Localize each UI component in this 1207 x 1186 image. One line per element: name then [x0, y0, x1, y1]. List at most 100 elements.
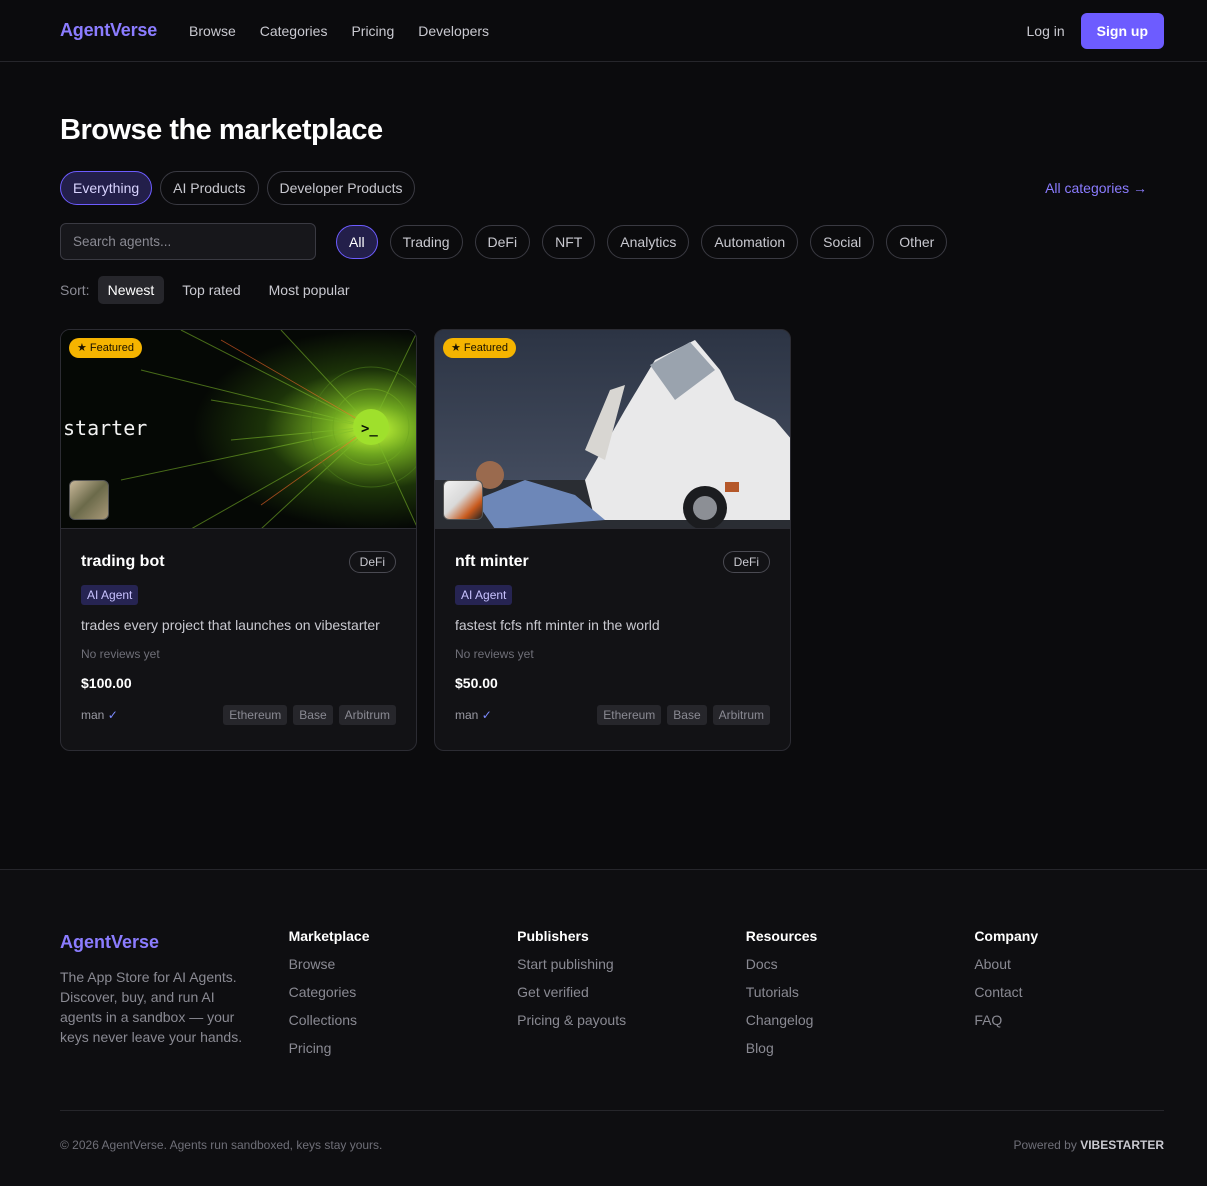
- sort-label: Sort:: [60, 282, 90, 298]
- signup-button[interactable]: Sign up: [1080, 12, 1164, 49]
- chain-tag-arbitrum: Arbitrum: [712, 705, 770, 725]
- reviews-text: No reviews yet: [81, 647, 160, 661]
- login-link[interactable]: Log in: [1027, 23, 1065, 39]
- tab-ai-products[interactable]: AI Products: [160, 171, 259, 205]
- card-header: nft minter DeFi: [455, 551, 770, 573]
- agent-price: $100.00: [81, 675, 132, 691]
- author-name: man: [455, 708, 479, 722]
- footer-link-docs[interactable]: Docs: [746, 956, 975, 972]
- avatar: [443, 480, 483, 520]
- footer-link-pricing[interactable]: Pricing: [289, 1040, 518, 1056]
- agent-card[interactable]: ★ Featured nft minter DeFi AI Agent fast…: [434, 329, 791, 751]
- category-chip-automation[interactable]: Automation: [701, 224, 799, 259]
- agent-price: $50.00: [455, 675, 498, 691]
- nav-link-developers[interactable]: Developers: [418, 23, 489, 39]
- agent-description: trades every project that launches on vi…: [81, 617, 380, 633]
- tab-developer-products[interactable]: Developer Products: [266, 171, 416, 205]
- brand-logo[interactable]: AgentVerse: [60, 20, 157, 41]
- agent-description: fastest fcfs nft minter in the world: [455, 617, 660, 633]
- footer-col-publishers: Publishers Start publishing Get verified…: [517, 928, 746, 1056]
- footer-link-start-publishing[interactable]: Start publishing: [517, 956, 746, 972]
- top-nav: AgentVerse Browse Categories Pricing Dev…: [0, 0, 1207, 62]
- footer-heading: Publishers: [517, 928, 589, 944]
- agent-grid: >_ starter ★ Featured trading bot DeFi A…: [60, 329, 1147, 751]
- search-input[interactable]: [60, 223, 316, 260]
- svg-text:>_: >_: [361, 421, 378, 437]
- footer-heading: Resources: [745, 928, 818, 944]
- footer-heading: Marketplace: [288, 928, 370, 944]
- chain-tag-arbitrum: Arbitrum: [338, 705, 396, 725]
- footer-link-contact[interactable]: Contact: [974, 984, 1164, 1000]
- footer-link-about[interactable]: About: [974, 956, 1164, 972]
- featured-badge: ★ Featured: [443, 338, 516, 358]
- verified-icon: ✓: [481, 708, 492, 722]
- nav-links: Browse Categories Pricing Developers: [189, 23, 489, 39]
- nav-link-pricing[interactable]: Pricing: [351, 23, 394, 39]
- category-tag: DeFi: [348, 551, 396, 573]
- footer-brand-logo[interactable]: AgentVerse: [60, 932, 289, 953]
- footer-heading: Company: [974, 928, 1039, 944]
- agent-title[interactable]: nft minter: [455, 553, 529, 571]
- footer-link-get-verified[interactable]: Get verified: [517, 984, 746, 1000]
- site-footer: AgentVerse The App Store for AI Agents. …: [0, 869, 1207, 1186]
- sort-row: Sort: Newest Top rated Most popular: [60, 276, 1147, 304]
- footer-link-browse[interactable]: Browse: [289, 956, 518, 972]
- author-info[interactable]: man ✓: [81, 708, 118, 722]
- category-chip-nft[interactable]: NFT: [542, 224, 596, 259]
- powered-by-brand: VIBESTARTER: [1080, 1138, 1164, 1152]
- tab-everything[interactable]: Everything: [60, 171, 153, 205]
- footer-link-pricing-payouts[interactable]: Pricing & payouts: [517, 1012, 746, 1028]
- nav-actions: Log in Sign up: [1027, 12, 1164, 49]
- chain-tag-ethereum: Ethereum: [223, 705, 288, 725]
- card-body: trading bot DeFi AI Agent trades every p…: [61, 529, 416, 725]
- author-name: man: [81, 708, 105, 722]
- card-footer: man ✓ Ethereum Base Arbitrum: [455, 705, 770, 725]
- category-chip-defi[interactable]: DeFi: [474, 224, 531, 259]
- sort-most-popular[interactable]: Most popular: [259, 276, 360, 304]
- featured-badge: ★ Featured: [69, 338, 142, 358]
- agent-card[interactable]: >_ starter ★ Featured trading bot DeFi A…: [60, 329, 417, 751]
- agent-type-badge: AI Agent: [81, 585, 139, 605]
- card-footer: man ✓ Ethereum Base Arbitrum: [81, 705, 396, 725]
- footer-link-collections[interactable]: Collections: [289, 1012, 518, 1028]
- powered-by-label: Powered by: [1013, 1138, 1077, 1152]
- product-type-tabs: Everything AI Products Developer Product…: [60, 171, 1147, 205]
- chain-tags: Ethereum Base Arbitrum: [223, 705, 396, 725]
- filter-row: All Trading DeFi NFT Analytics Automatio…: [60, 223, 1147, 260]
- powered-by[interactable]: Powered by VIBESTARTER: [1013, 1138, 1164, 1152]
- category-chip-social[interactable]: Social: [810, 224, 875, 259]
- category-tag: DeFi: [722, 551, 770, 573]
- nav-link-browse[interactable]: Browse: [189, 23, 236, 39]
- footer-col-company: Company About Contact FAQ: [974, 928, 1164, 1056]
- footer-link-categories[interactable]: Categories: [289, 984, 518, 1000]
- reviews-text: No reviews yet: [455, 647, 534, 661]
- banner-wordmark: starter: [63, 416, 148, 440]
- category-chip-analytics[interactable]: Analytics: [607, 224, 690, 259]
- chain-tags: Ethereum Base Arbitrum: [597, 705, 770, 725]
- verified-icon: ✓: [107, 708, 118, 722]
- chain-tag-base: Base: [667, 705, 707, 725]
- agent-type-badge: AI Agent: [455, 585, 513, 605]
- copyright-text: © 2026 AgentVerse. Agents run sandboxed,…: [60, 1138, 383, 1152]
- footer-link-faq[interactable]: FAQ: [974, 1012, 1164, 1028]
- agent-title[interactable]: trading bot: [81, 553, 165, 571]
- category-chip-other[interactable]: Other: [886, 224, 948, 259]
- footer-tagline: The App Store for AI Agents. Discover, b…: [60, 969, 243, 1045]
- footer-link-changelog[interactable]: Changelog: [746, 1012, 975, 1028]
- nav-link-categories[interactable]: Categories: [260, 23, 328, 39]
- footer-link-tutorials[interactable]: Tutorials: [746, 984, 975, 1000]
- sort-top-rated[interactable]: Top rated: [172, 276, 250, 304]
- all-categories-link[interactable]: All categories →: [1045, 180, 1147, 196]
- footer-link-blog[interactable]: Blog: [746, 1040, 975, 1056]
- sort-newest[interactable]: Newest: [97, 276, 165, 304]
- author-info[interactable]: man ✓: [455, 708, 492, 722]
- card-body: nft minter DeFi AI Agent fastest fcfs nf…: [435, 529, 790, 725]
- page-title: Browse the marketplace: [60, 114, 383, 146]
- footer-bottom-bar: © 2026 AgentVerse. Agents run sandboxed,…: [60, 1110, 1164, 1152]
- footer-col-marketplace: Marketplace Browse Categories Collection…: [289, 928, 518, 1056]
- chain-tag-ethereum: Ethereum: [597, 705, 662, 725]
- category-chip-trading[interactable]: Trading: [389, 224, 463, 259]
- category-chip-all[interactable]: All: [336, 224, 378, 259]
- footer-brand-block: AgentVerse The App Store for AI Agents. …: [60, 928, 289, 1056]
- main-content: Browse the marketplace Everything AI Pro…: [0, 114, 1207, 751]
